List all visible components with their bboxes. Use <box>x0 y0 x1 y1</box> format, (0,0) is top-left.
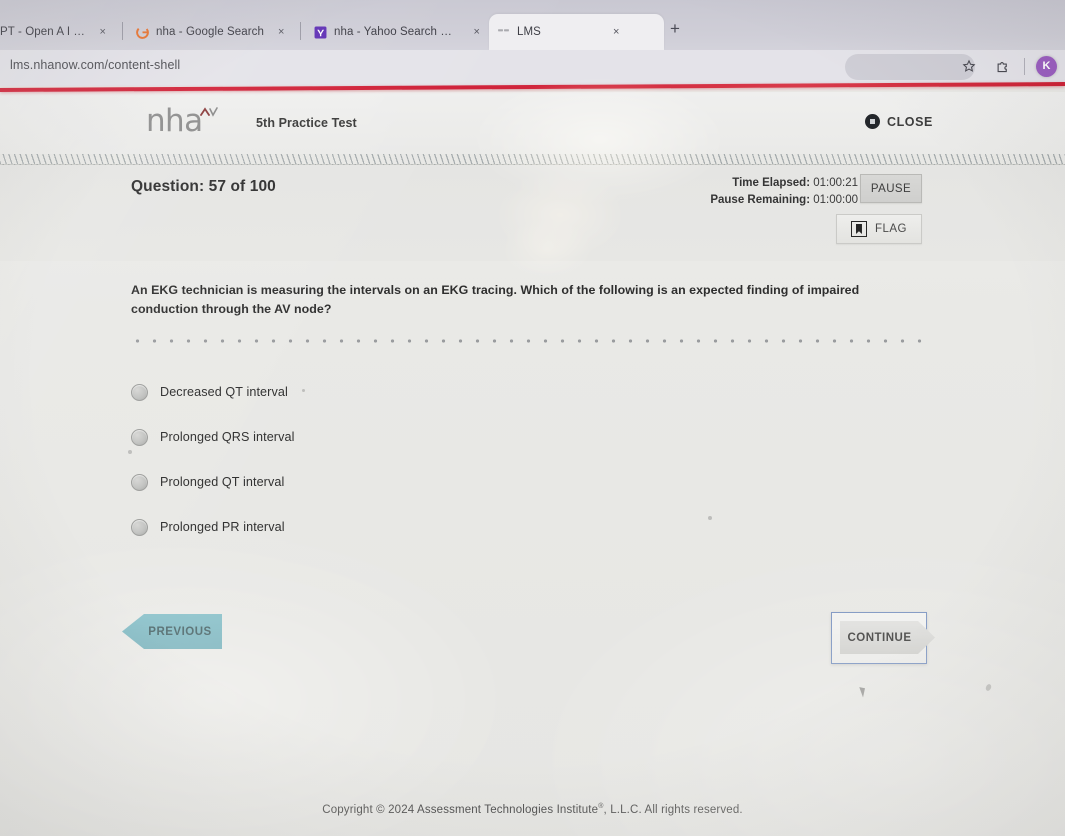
browser-tab-lms[interactable]: LMS × <box>489 14 664 50</box>
bookmark-star-icon[interactable] <box>958 55 980 77</box>
browser-tab-label: LMS <box>517 26 541 38</box>
browser-tab-label: PT - Open A I Gpt 3.5 <box>0 26 85 38</box>
practice-test-title: 5th Practice Test <box>256 116 357 130</box>
copyright-text: Copyright © 2024 Assessment Technologies… <box>322 804 599 816</box>
continue-button[interactable]: CONTINUE <box>840 621 935 654</box>
browser-tab-strip: PT - Open A I Gpt 3.5 × nha - Google Sea… <box>0 0 1065 50</box>
radio-button-icon[interactable] <box>131 428 148 446</box>
close-button[interactable]: CLOSE <box>864 114 933 129</box>
answer-option-label: Prolonged QRS interval <box>160 430 295 444</box>
tab-close-icon[interactable]: × <box>473 26 480 38</box>
answer-option[interactable]: Prolonged QRS interval <box>131 420 631 454</box>
yahoo-icon <box>314 26 327 39</box>
lms-icon <box>497 26 510 39</box>
google-icon <box>136 25 149 39</box>
radio-button-icon[interactable] <box>131 518 148 536</box>
exam-meta-bar: Question: 57 of 100 Time Elapsed: 01:00:… <box>0 165 1065 261</box>
radio-button-icon[interactable] <box>131 383 148 401</box>
question-text: An EKG technician is measuring the inter… <box>131 283 860 316</box>
nha-logo: nha <box>146 103 203 139</box>
continue-button-frame[interactable]: CONTINUE <box>831 612 935 664</box>
screenshot-root: PT - Open A I Gpt 3.5 × nha - Google Sea… <box>0 0 1065 836</box>
copyright-text-suffix: , L.L.C. All rights reserved. <box>603 804 743 816</box>
flag-bookmark-icon <box>850 221 867 237</box>
extensions-puzzle-icon[interactable] <box>991 55 1013 77</box>
tab-divider <box>122 22 123 40</box>
dotted-divider <box>129 338 922 344</box>
screen-speck <box>708 516 712 520</box>
answer-option-label: Prolonged QT interval <box>160 475 285 489</box>
exam-header: nha 5th Practice Test CLOSE <box>0 92 1065 154</box>
omnibox-actions: K <box>958 55 1057 77</box>
tab-close-icon[interactable]: × <box>278 26 285 38</box>
time-elapsed-value: 01:00:21 <box>813 177 858 189</box>
screen-speck <box>302 389 305 392</box>
profile-avatar[interactable]: K <box>1036 55 1057 77</box>
answer-option[interactable]: Decreased QT interval <box>131 375 631 409</box>
answer-option-label: Decreased QT interval <box>160 385 288 399</box>
browser-tab-label: nha - Yahoo Search Results <box>334 26 460 38</box>
previous-button[interactable]: PREVIOUS <box>122 614 222 649</box>
browser-tab-chatgpt[interactable]: PT - Open A I Gpt 3.5 × <box>0 14 114 50</box>
pause-remaining-row: Pause Remaining: 01:00:00 <box>710 192 858 209</box>
address-bar-url[interactable]: lms.nhanow.com/content-shell <box>10 58 180 72</box>
tab-divider <box>300 22 301 40</box>
omnibox-field-background <box>845 54 975 80</box>
answer-option-label: Prolonged PR interval <box>160 520 285 534</box>
time-elapsed-row: Time Elapsed: 01:00:21 <box>710 175 858 192</box>
pause-remaining-value: 01:00:00 <box>813 194 858 206</box>
browser-tab-label: nha - Google Search <box>156 26 265 38</box>
question-counter: Question: 57 of 100 <box>131 178 276 195</box>
footer-copyright: Copyright © 2024 Assessment Technologies… <box>0 803 1065 816</box>
flag-button[interactable]: FLAG <box>836 214 922 244</box>
close-button-label: CLOSE <box>886 114 933 129</box>
radio-button-icon[interactable] <box>131 473 148 491</box>
pause-remaining-label: Pause Remaining: <box>710 194 811 206</box>
browser-tab-google-search[interactable]: nha - Google Search × <box>128 14 303 50</box>
toolbar-divider <box>1024 57 1025 75</box>
nha-logo-mark-icon <box>200 106 222 121</box>
time-elapsed-label: Time Elapsed: <box>732 177 811 189</box>
screen-speck <box>128 450 132 454</box>
answer-option[interactable]: Prolonged QT interval <box>131 465 631 499</box>
tab-close-icon[interactable]: × <box>613 26 620 38</box>
answer-option[interactable]: Prolonged PR interval <box>131 510 631 544</box>
browser-omnibox: lms.nhanow.com/content-shell K <box>0 50 1065 86</box>
close-icon <box>864 114 880 129</box>
browser-tab-yahoo-search[interactable]: nha - Yahoo Search Results × <box>306 14 488 50</box>
tab-close-icon[interactable]: × <box>99 26 106 38</box>
flag-button-label: FLAG <box>874 223 908 235</box>
hatched-divider <box>0 154 1065 165</box>
browser-chrome: PT - Open A I Gpt 3.5 × nha - Google Sea… <box>0 0 1065 86</box>
answer-options-list: Decreased QT interval Prolonged QRS inte… <box>131 375 631 555</box>
new-tab-button[interactable]: + <box>670 20 680 37</box>
exam-page: nha 5th Practice Test CLOSE Question: 57… <box>0 92 1065 836</box>
pause-button[interactable]: PAUSE <box>860 174 922 203</box>
timer-block: Time Elapsed: 01:00:21 Pause Remaining: … <box>710 175 858 209</box>
